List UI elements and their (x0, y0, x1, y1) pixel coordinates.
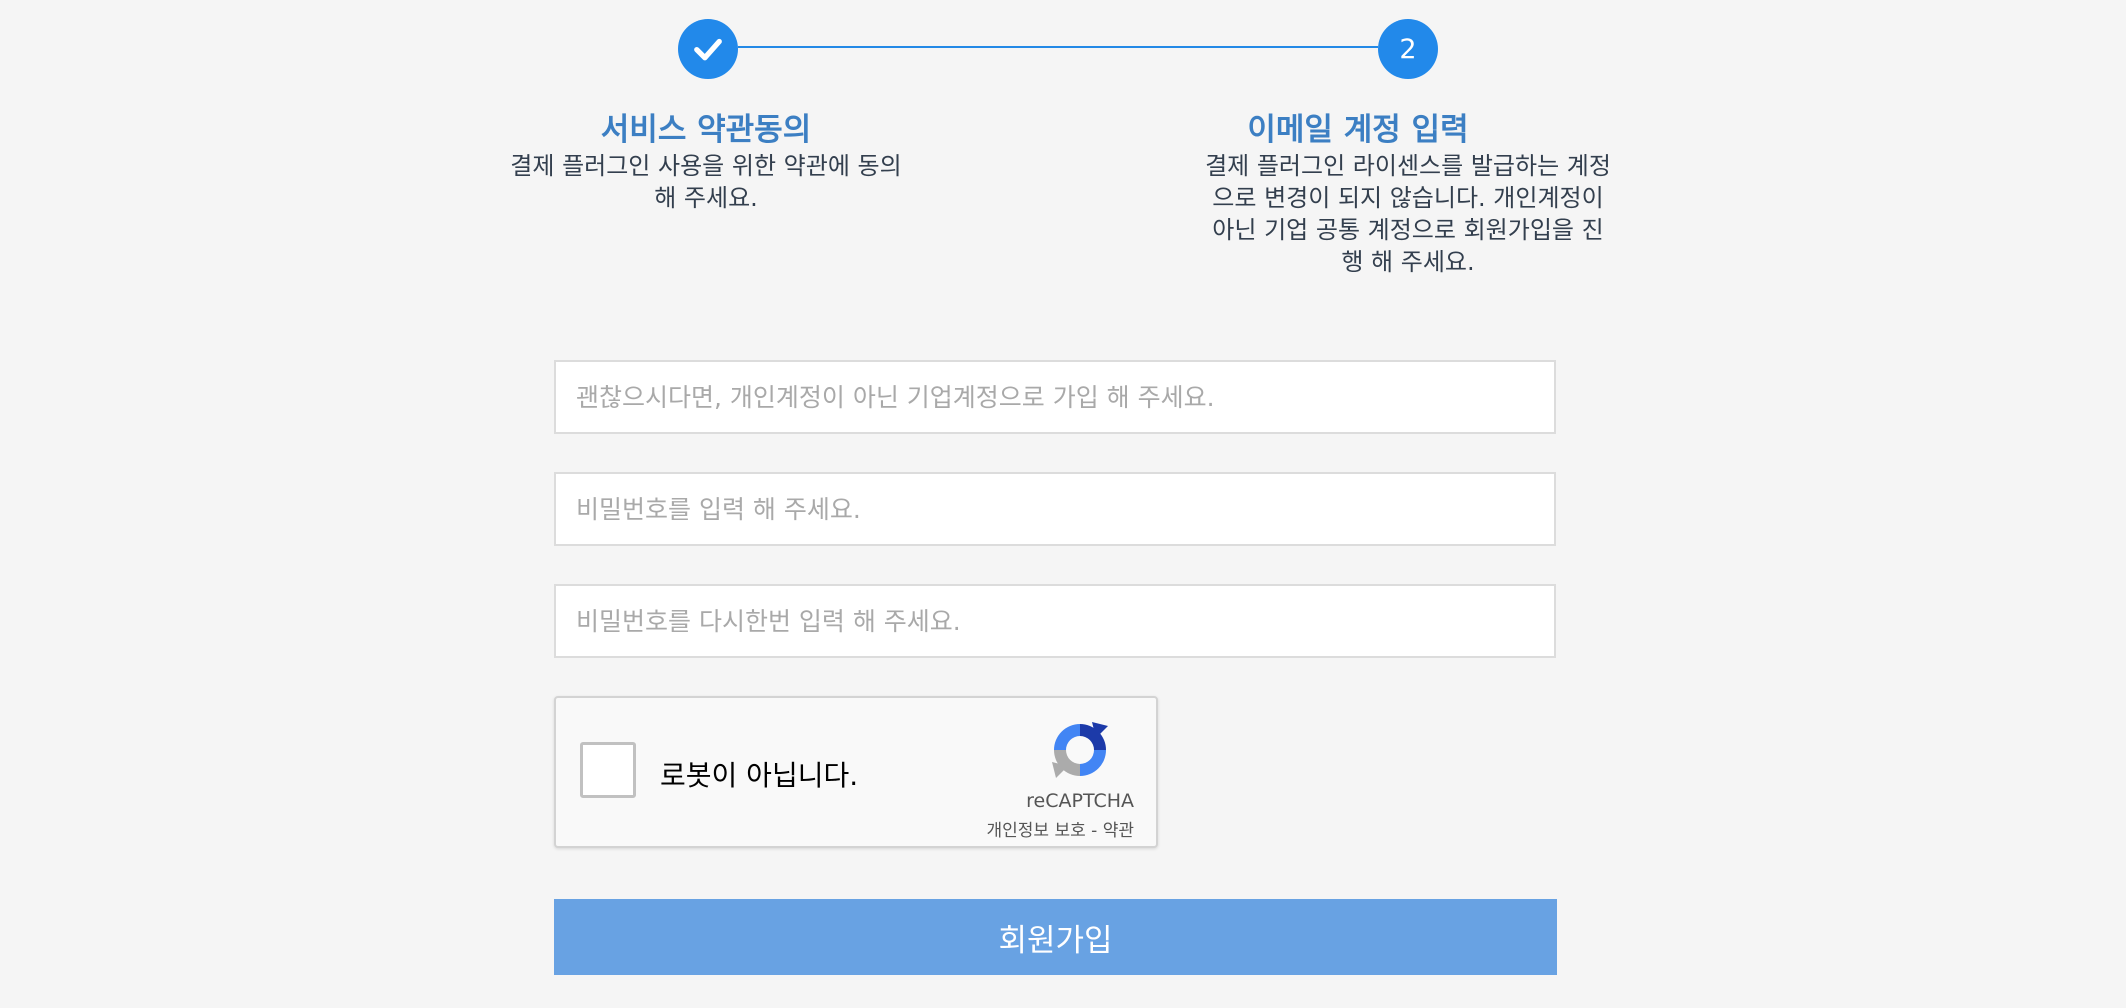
step-2-title: 이메일 계정 입력 (1247, 112, 1469, 148)
recaptcha-widget: 로봇이 아닙니다. reCAPTCHA 개인정보 보호 - 약관 (554, 696, 1158, 848)
recaptcha-brand: reCAPTCHA (1026, 790, 1134, 812)
step-1-indicator (678, 19, 738, 79)
recaptcha-terms-link[interactable]: 약관 (1103, 821, 1134, 841)
check-icon (694, 38, 722, 61)
step-connector-line (738, 46, 1378, 48)
recaptcha-checkbox[interactable] (580, 742, 636, 798)
recaptcha-label: 로봇이 아닙니다. (660, 759, 859, 792)
email-input[interactable] (554, 360, 1556, 434)
step-1-title: 서비스 약관동의 (600, 112, 812, 148)
recaptcha-links: 개인정보 보호 - 약관 (987, 816, 1134, 841)
signup-button[interactable]: 회원가입 (554, 899, 1557, 975)
password-confirm-input[interactable] (554, 584, 1556, 658)
step-2-description: 결제 플러그인 라이센스를 발급하는 계정으로 변경이 되지 않습니다. 개인계… (1205, 152, 1611, 276)
recaptcha-link-separator: - (1085, 821, 1103, 841)
recaptcha-privacy-link[interactable]: 개인정보 보호 (987, 821, 1086, 841)
signup-stepper: 서비스 약관동의 결제 플러그인 사용을 위한 약관에 동의 해 주세요. 2 … (0, 0, 2126, 300)
step-2-indicator: 2 (1378, 19, 1438, 79)
step-1-description: 결제 플러그인 사용을 위한 약관에 동의 해 주세요. (510, 152, 902, 212)
password-input[interactable] (554, 472, 1556, 546)
recaptcha-logo-icon (1052, 722, 1108, 778)
